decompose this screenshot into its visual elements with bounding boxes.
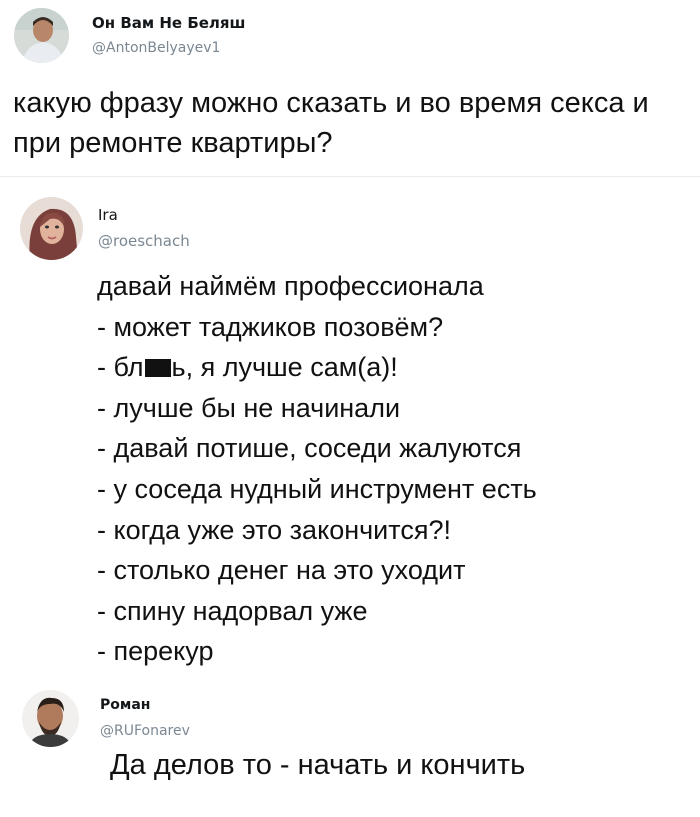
reply-line: - перекур (97, 636, 214, 667)
reply-line: - бл ь, я лучше сам(а)! (97, 347, 687, 388)
avatar[interactable] (20, 197, 83, 260)
reply-line: - давай потише, соседи жалуются (97, 433, 522, 464)
censor-bar (144, 359, 171, 378)
divider (0, 176, 700, 177)
reply-line: - может таджиков позовём? (97, 311, 444, 342)
reply-line: давай наймём профессионала (97, 271, 484, 301)
reply-line: - спину надорвал уже (97, 595, 368, 626)
avatar[interactable] (22, 690, 79, 747)
reply-line-prefix: - бл (97, 352, 144, 383)
reply-text: Да делов то - начать и кончить (110, 749, 526, 781)
reply-line-suffix: ь, я лучше сам(а)! (171, 352, 398, 383)
reply-line: - лучше бы не начинали (97, 392, 401, 423)
reply-line: - у соседа нудный инструмент есть (97, 473, 537, 504)
author-name[interactable]: Роман (100, 697, 150, 713)
author-handle[interactable]: @AntonBelyayev1 (92, 40, 220, 56)
reply-line: - когда уже это закончится?! (97, 514, 451, 545)
author-handle[interactable]: @roeschach (98, 232, 190, 250)
author-name[interactable]: Ira (98, 206, 118, 224)
reply-text: давай наймём профессионала - может таджи… (97, 266, 687, 672)
reply-line: - столько денег на это уходит (97, 555, 466, 586)
avatar[interactable] (14, 8, 69, 63)
author-name[interactable]: Он Вам Не Беляш (92, 14, 245, 32)
author-handle[interactable]: @RUFonarev (100, 723, 190, 739)
tweet-text: какую фразу можно сказать и во время сек… (13, 87, 649, 159)
